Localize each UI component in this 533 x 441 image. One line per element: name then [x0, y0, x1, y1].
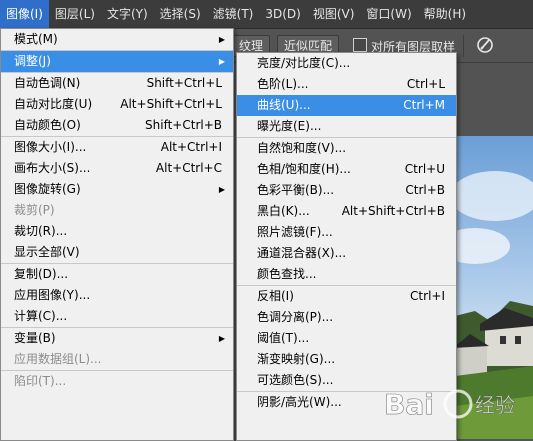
menu-item-label: 黑白(K)...: [257, 204, 310, 218]
menu-item-label: 反相(I): [257, 289, 294, 303]
adjust-menu-item-6[interactable]: 色相/饱和度(H)... Ctrl+U: [237, 159, 456, 180]
menu-item-shortcut: Alt+Ctrl+I: [160, 140, 222, 154]
adjust-menu-item-16[interactable]: 渐变映射(G)...: [237, 349, 456, 370]
menubar-item-1[interactable]: 图像(I): [0, 0, 49, 28]
image-menu-item-20: 应用数据组(L)...: [1, 349, 233, 370]
menu-item-label: 阴影/高光(W)...: [257, 395, 342, 409]
image-menu-item-0[interactable]: 模式(M) ▶: [1, 29, 233, 50]
image-menu-item-8[interactable]: 图像大小(I)... Alt+Ctrl+I: [1, 137, 233, 158]
image-menu-item-22: 陷印(T)...: [1, 371, 233, 392]
menu-item-label: 自动颜色(O): [14, 118, 81, 132]
adjust-menu-item-10[interactable]: 通道混合器(X)...: [237, 243, 456, 264]
menu-item-shortcut: Shift+Ctrl+B: [145, 118, 222, 132]
menubar-item-6[interactable]: 3D(D): [259, 0, 306, 28]
adjust-menu-item-11[interactable]: 颜色查找...: [237, 264, 456, 285]
menu-item-label: 自动对比度(U): [14, 97, 93, 111]
menu-item-label: 自然饱和度(V)...: [257, 141, 347, 155]
adjust-menu-item-3[interactable]: 曝光度(E)...: [237, 116, 456, 137]
adjust-menu-item-2[interactable]: 曲线(U)... Ctrl+M: [237, 95, 456, 116]
image-menu-item-19[interactable]: 变量(B) ▶: [1, 328, 233, 349]
menu-item-label: 计算(C)...: [14, 309, 68, 323]
adjust-menu-item-5[interactable]: 自然饱和度(V)...: [237, 138, 456, 159]
menu-item-label: 自动色调(N): [14, 76, 81, 90]
menu-item-label: 应用数据组(L)...: [14, 352, 102, 366]
image-menu-item-17[interactable]: 计算(C)...: [1, 306, 233, 327]
menu-item-label: 色彩平衡(B)...: [257, 183, 335, 197]
menu-item-label: 显示全部(V): [14, 245, 80, 259]
menubar-item-3[interactable]: 文字(Y): [101, 0, 154, 28]
menubar-item-7[interactable]: 视图(V): [307, 0, 361, 28]
image-menu-item-4[interactable]: 自动色调(N) Shift+Ctrl+L: [1, 73, 233, 94]
menu-item-label: 复制(D)...: [14, 267, 69, 281]
menu-item-label: 色调分离(P)...: [257, 310, 334, 324]
adjust-menu-item-15[interactable]: 阈值(T)...: [237, 328, 456, 349]
menubar-item-8[interactable]: 窗口(W): [360, 0, 417, 28]
menu-item-label: 颜色查找...: [257, 267, 317, 281]
menu-item-shortcut: Alt+Shift+Ctrl+B: [341, 204, 445, 218]
menu-item-label: 曝光度(E)...: [257, 119, 322, 133]
image-menu-item-2[interactable]: 调整(J) ▶: [1, 51, 233, 72]
menu-item-label: 曲线(U)...: [257, 98, 311, 112]
menu-item-label: 色相/饱和度(H)...: [257, 162, 351, 176]
menu-item-label: 裁切(R)...: [14, 224, 68, 238]
menu-item-shortcut: Ctrl+B: [405, 183, 445, 197]
menu-item-label: 可选颜色(S)...: [257, 373, 334, 387]
adjust-menu-item-14[interactable]: 色调分离(P)...: [237, 307, 456, 328]
image-menu-item-10[interactable]: 图像旋转(G) ▶: [1, 179, 233, 200]
image-menu-item-9[interactable]: 画布大小(S)... Alt+Ctrl+C: [1, 158, 233, 179]
menu-item-label: 模式(M): [14, 32, 58, 46]
menu-item-label: 应用图像(Y)...: [14, 288, 91, 302]
image-menu-item-5[interactable]: 自动对比度(U) Alt+Shift+Ctrl+L: [1, 94, 233, 115]
menu-item-label: 通道混合器(X)...: [257, 246, 347, 260]
menu-item-label: 阈值(T)...: [257, 331, 310, 345]
menu-bar: 图像(I) 图层(L) 文字(Y) 选择(S) 滤镜(T) 3D(D) 视图(V) 窗口(W)…: [0, 0, 533, 29]
image-menu-item-16[interactable]: 应用图像(Y)...: [1, 285, 233, 306]
menu-item-label: 图像旋转(G): [14, 182, 81, 196]
svg-text:Bai: Bai: [384, 388, 434, 421]
image-menu-item-6[interactable]: 自动颜色(O) Shift+Ctrl+B: [1, 115, 233, 136]
menu-item-label: 画布大小(S)...: [14, 161, 91, 175]
menu-item-label: 陷印(T)...: [14, 374, 67, 388]
menu-item-shortcut: Ctrl+M: [403, 98, 445, 112]
adjust-menu-item-7[interactable]: 色彩平衡(B)... Ctrl+B: [237, 180, 456, 201]
menu-item-label: 变量(B): [14, 331, 56, 345]
adjust-menu-item-8[interactable]: 黑白(K)... Alt+Shift+Ctrl+B: [237, 201, 456, 222]
menubar-item-4[interactable]: 选择(S): [154, 0, 207, 28]
image-menu-item-15[interactable]: 复制(D)...: [1, 264, 233, 285]
sample-all-layers-checkbox[interactable]: [353, 38, 367, 52]
submenu-arrow-icon: ▶: [218, 185, 225, 194]
image-menu: 模式(M) ▶ 调整(J) ▶ 自动色调(N) Shift+Ctrl+L 自动对比度(U) A…: [0, 28, 234, 441]
menubar-item-2[interactable]: 图层(L): [49, 0, 101, 28]
options-divider: [463, 35, 464, 57]
adjust-menu-item-1[interactable]: 色阶(L)... Ctrl+L: [237, 74, 456, 95]
menu-item-shortcut: Ctrl+U: [404, 162, 445, 176]
image-menu-item-13[interactable]: 显示全部(V): [1, 242, 233, 263]
menu-item-label: 裁剪(P): [14, 203, 55, 217]
menubar-item-5[interactable]: 滤镜(T): [207, 0, 260, 28]
menu-item-label: 照片滤镜(F)...: [257, 225, 333, 239]
menu-item-shortcut: Alt+Ctrl+C: [155, 161, 222, 175]
image-menu-item-11: 裁剪(P): [1, 200, 233, 221]
menu-item-shortcut: Alt+Shift+Ctrl+L: [120, 97, 222, 111]
adjust-menu-item-13[interactable]: 反相(I) Ctrl+I: [237, 286, 456, 307]
watermark-logo: Bai 经验: [380, 380, 530, 430]
menu-item-shortcut: Shift+Ctrl+L: [146, 76, 222, 90]
adjust-menu-item-0[interactable]: 亮度/对比度(C)...: [237, 53, 456, 74]
submenu-arrow-icon: ▶: [218, 57, 225, 66]
menu-item-shortcut: Ctrl+I: [410, 289, 445, 303]
adjust-menu-item-9[interactable]: 照片滤镜(F)...: [237, 222, 456, 243]
menu-item-label: 图像大小(I)...: [14, 140, 87, 154]
menubar-item-9[interactable]: 帮助(H): [418, 0, 472, 28]
menu-item-label: 亮度/对比度(C)...: [257, 56, 351, 70]
svg-text:经验: 经验: [475, 393, 515, 417]
image-menu-item-12[interactable]: 裁切(R)...: [1, 221, 233, 242]
menu-item-shortcut: Ctrl+L: [406, 77, 445, 91]
menu-item-label: 色阶(L)...: [257, 77, 309, 91]
submenu-arrow-icon: ▶: [218, 334, 225, 343]
menu-item-label: 渐变映射(G)...: [257, 352, 336, 366]
submenu-arrow-icon: ▶: [218, 35, 225, 44]
menu-item-label: 调整(J): [14, 54, 51, 68]
brush-pressure-icon[interactable]: [474, 34, 496, 56]
